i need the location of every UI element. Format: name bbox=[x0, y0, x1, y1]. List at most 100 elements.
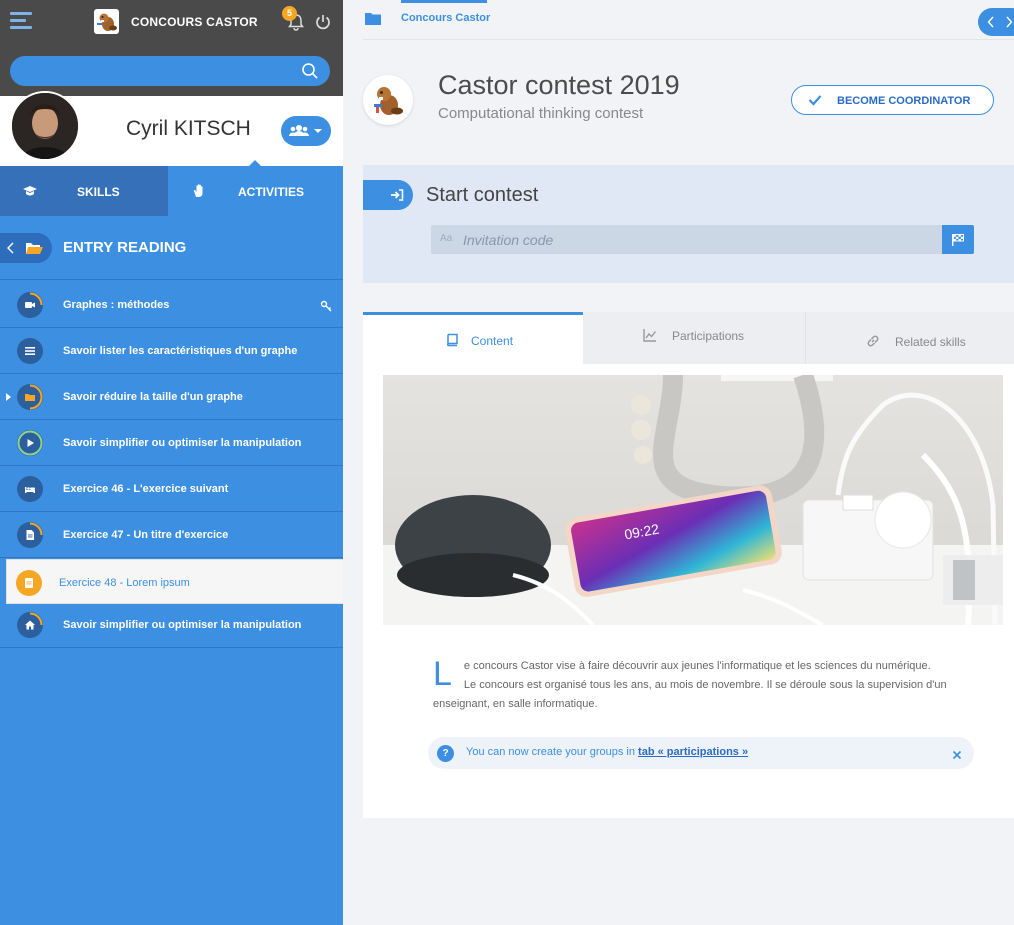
contest-logo bbox=[363, 75, 413, 125]
content-tabs: Content Participations Related skills bbox=[363, 312, 1014, 364]
page-subtitle: Computational thinking contest bbox=[438, 105, 644, 122]
sidebar: CONCOURS CASTOR 5 Cyril KITSCH SKILLS AC… bbox=[0, 0, 343, 925]
info-notice: ? You can now create your groups in tab … bbox=[428, 737, 974, 769]
sidebar-item-simplifier-optimiser[interactable]: Savoir simplifier ou optimiser la manipu… bbox=[0, 420, 343, 466]
sidebar-item-exercice-48[interactable]: Exercice 48 - Lorem ipsum bbox=[6, 559, 343, 604]
tab-content[interactable]: Content bbox=[363, 312, 583, 364]
progress-ring bbox=[16, 570, 42, 596]
participations-tab-link[interactable]: tab « participations » bbox=[638, 746, 748, 758]
sidebar-item-label: Savoir simplifier ou optimiser la manipu… bbox=[63, 437, 302, 449]
top-bar: CONCOURS CASTOR 5 bbox=[0, 0, 343, 96]
notice-message: You can now create your groups in bbox=[466, 746, 639, 758]
progress-ring bbox=[17, 476, 43, 502]
folder-icon bbox=[365, 11, 381, 25]
sidebar-item-label: Savoir lister les caractéristiques d'un … bbox=[63, 345, 298, 357]
start-contest-panel: Start contest Aa bbox=[363, 165, 1014, 283]
sidebar-item-label: Graphes : méthodes bbox=[63, 299, 170, 311]
sidebar-item-simplifier-optimiser-2[interactable]: Savoir simplifier ou optimiser la manipu… bbox=[0, 602, 343, 648]
invitation-code-field: Aa bbox=[431, 225, 974, 254]
groups-dropdown-button[interactable] bbox=[281, 116, 331, 146]
folder-icon bbox=[24, 391, 36, 403]
line-chart-icon bbox=[643, 328, 657, 342]
close-icon[interactable] bbox=[952, 747, 962, 760]
app-title: CONCOURS CASTOR bbox=[131, 15, 258, 29]
progress-ring bbox=[17, 292, 43, 318]
submit-invitation-button[interactable] bbox=[942, 225, 974, 254]
tab-participations-label: Participations bbox=[672, 329, 745, 343]
start-contest-button[interactable] bbox=[363, 180, 413, 210]
graduation-cap-icon bbox=[22, 183, 38, 199]
sidebar-item-lister-caracteristiques[interactable]: Savoir lister les caractéristiques d'un … bbox=[0, 328, 343, 374]
content-card: 09:22 L e concours Castor vise à faire d… bbox=[363, 364, 1014, 818]
sidebar-item-graphes-methodes[interactable]: Graphes : méthodes bbox=[0, 282, 343, 328]
search-box bbox=[10, 56, 330, 86]
tab-skills[interactable]: SKILLS bbox=[0, 166, 168, 216]
prev-next-navigation[interactable] bbox=[978, 8, 1014, 36]
question-icon: ? bbox=[437, 745, 454, 762]
notification-badge: 5 bbox=[282, 6, 297, 21]
expand-arrow-icon[interactable] bbox=[6, 393, 11, 401]
invitation-code-input[interactable] bbox=[463, 225, 933, 254]
key-icon bbox=[320, 299, 332, 312]
search-input[interactable] bbox=[10, 56, 330, 86]
section-title: ENTRY READING bbox=[63, 239, 187, 256]
flag-checkered-icon bbox=[951, 233, 965, 246]
breadcrumb: Concours Castor bbox=[363, 0, 1014, 40]
progress-ring bbox=[17, 384, 43, 410]
back-button[interactable] bbox=[0, 233, 52, 263]
sign-in-icon bbox=[390, 188, 404, 202]
sidebar-item-label: Savoir simplifier ou optimiser la manipu… bbox=[63, 619, 302, 631]
start-contest-title: Start contest bbox=[426, 184, 539, 206]
sidebar-item-label: Exercice 48 - Lorem ipsum bbox=[59, 577, 190, 589]
note-icon bbox=[23, 577, 35, 589]
tab-participations[interactable]: Participations bbox=[583, 312, 805, 364]
user-name: Cyril KITSCH bbox=[126, 117, 251, 140]
breadcrumb-current[interactable]: Concours Castor bbox=[401, 12, 490, 24]
bed-icon bbox=[24, 483, 36, 495]
home-icon bbox=[24, 619, 36, 631]
menu-icon[interactable] bbox=[10, 12, 32, 32]
sidebar-item-exercice-46[interactable]: Exercice 46 - L'exercice suivant bbox=[0, 466, 343, 512]
tab-related-skills[interactable]: Related skills bbox=[805, 312, 1014, 364]
tab-activities-label: ACTIVITIES bbox=[238, 185, 305, 199]
list-icon bbox=[24, 345, 36, 357]
progress-ring bbox=[17, 338, 43, 364]
castor-logo bbox=[94, 9, 119, 34]
search-icon[interactable] bbox=[301, 62, 319, 80]
sidebar-item-reduire-taille[interactable]: Savoir réduire la taille d'un graphe bbox=[0, 374, 343, 420]
drop-cap: L bbox=[433, 655, 452, 693]
video-icon bbox=[24, 299, 36, 311]
sidebar-section-header[interactable]: ENTRY READING bbox=[0, 216, 343, 280]
document-icon bbox=[24, 529, 36, 541]
breadcrumb-active-indicator bbox=[401, 0, 487, 3]
paragraph-line-1: e concours Castor vise à faire découvrir… bbox=[463, 660, 931, 672]
notice-text: You can now create your groups in tab « … bbox=[466, 746, 748, 758]
check-icon bbox=[808, 94, 822, 106]
page-title: Castor contest 2019 bbox=[438, 70, 680, 100]
tab-related-skills-label: Related skills bbox=[895, 335, 966, 349]
text-format-icon: Aa bbox=[440, 233, 453, 244]
tab-skills-label: SKILLS bbox=[77, 185, 120, 199]
tab-activities[interactable]: ACTIVITIES bbox=[168, 166, 343, 216]
progress-ring bbox=[17, 612, 43, 638]
become-coordinator-label: BECOME COORDINATOR bbox=[837, 95, 971, 107]
hand-icon bbox=[191, 183, 207, 199]
sidebar-tabs: SKILLS ACTIVITIES bbox=[0, 166, 343, 216]
become-coordinator-button[interactable]: BECOME COORDINATOR bbox=[791, 85, 994, 115]
content-image: 09:22 bbox=[383, 375, 1003, 625]
progress-ring bbox=[17, 522, 43, 548]
progress-ring bbox=[17, 430, 43, 456]
sidebar-item-exercice-47[interactable]: Exercice 47 - Un titre d'exercice bbox=[0, 512, 343, 558]
sidebar-item-label: Exercice 47 - Un titre d'exercice bbox=[63, 529, 229, 541]
paragraph-line-2: Le concours est organisé tous les ans, a… bbox=[433, 679, 947, 710]
play-icon bbox=[24, 437, 36, 449]
description-paragraph: L e concours Castor vise à faire découvr… bbox=[433, 657, 983, 714]
avatar[interactable] bbox=[10, 91, 80, 161]
book-icon bbox=[445, 333, 459, 347]
profile-panel: Cyril KITSCH bbox=[0, 91, 343, 166]
power-icon[interactable] bbox=[314, 13, 332, 31]
sidebar-item-label: Exercice 46 - L'exercice suivant bbox=[63, 483, 229, 495]
link-icon bbox=[866, 334, 880, 348]
tab-content-label: Content bbox=[471, 334, 514, 348]
sidebar-item-label: Savoir réduire la taille d'un graphe bbox=[63, 391, 243, 403]
